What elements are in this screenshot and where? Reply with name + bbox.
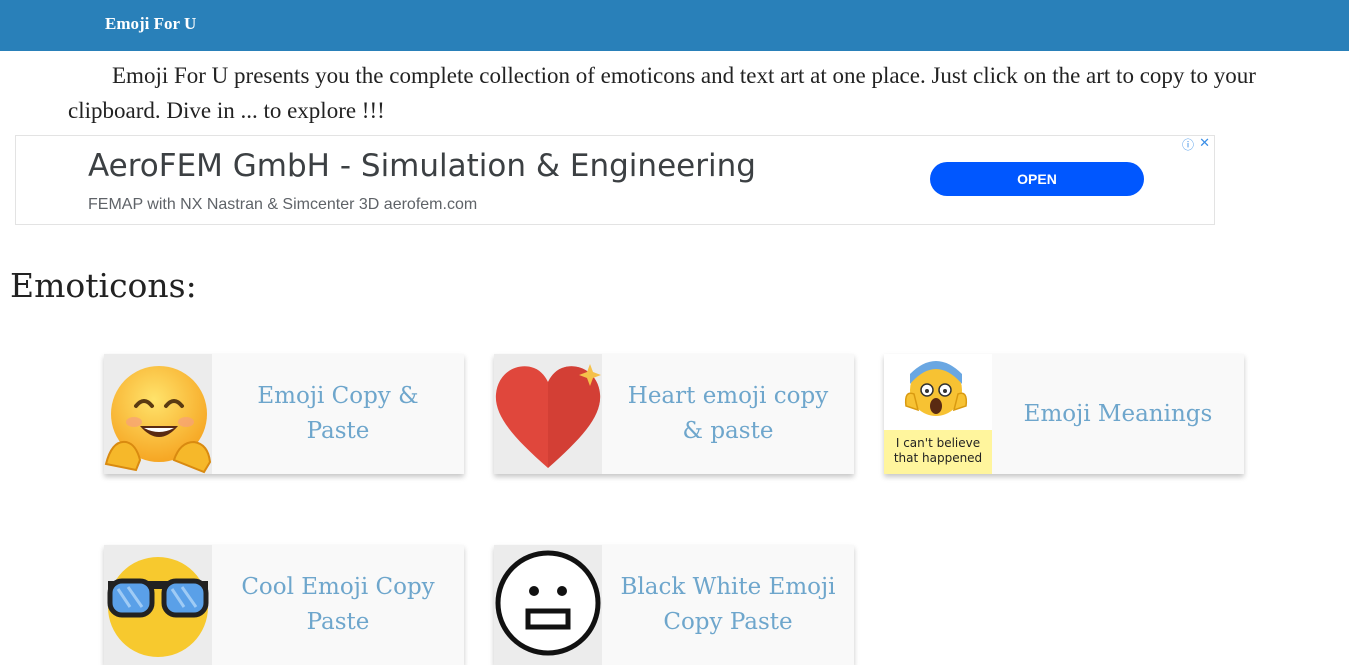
outline-face-icon <box>494 545 602 665</box>
card-label[interactable]: Emoji Copy & Paste <box>212 354 464 474</box>
card-label[interactable]: Emoji Meanings <box>992 354 1244 474</box>
ad-open-button[interactable]: OPEN <box>930 162 1144 196</box>
top-navbar: Emoji For U <box>0 0 1349 51</box>
card-heart-emoji[interactable]: Heart emoji copy & paste <box>494 354 854 474</box>
card-label[interactable]: Heart emoji copy & paste <box>602 354 854 474</box>
card-emoji-meanings[interactable]: I can't believe that happened Emoji Mean… <box>884 354 1244 474</box>
ad-info-icon[interactable]: ⓘ <box>1182 136 1194 153</box>
card-label[interactable]: Cool Emoji Copy Paste <box>212 545 464 665</box>
card-label[interactable]: Black White Emoji Copy Paste <box>602 545 854 665</box>
ad-subtitle[interactable]: FEMAP with NX Nastran & Simcenter 3D aer… <box>88 196 477 214</box>
hugging-face-icon <box>104 354 212 474</box>
ad-close-icon[interactable]: ✕ <box>1199 136 1210 151</box>
screaming-face-icon: I can't believe that happened <box>884 354 992 474</box>
caption-box: I can't believe that happened <box>884 430 992 474</box>
ad-title[interactable]: AeroFEM GmbH - Simulation & Engineering <box>88 148 756 184</box>
card-cool-emoji[interactable]: Cool Emoji Copy Paste <box>104 545 464 665</box>
intro-text: Emoji For U presents you the complete co… <box>68 63 1256 123</box>
section-title: Emoticons: <box>10 266 197 305</box>
sunglasses-face-icon <box>104 545 212 665</box>
brand-link[interactable]: Emoji For U <box>105 14 196 34</box>
card-black-white-emoji[interactable]: Black White Emoji Copy Paste <box>494 545 854 665</box>
card-emoji-copy-paste[interactable]: Emoji Copy & Paste <box>104 354 464 474</box>
heart-icon <box>494 354 602 474</box>
ad-banner[interactable]: AeroFEM GmbH - Simulation & Engineering … <box>15 135 1215 225</box>
